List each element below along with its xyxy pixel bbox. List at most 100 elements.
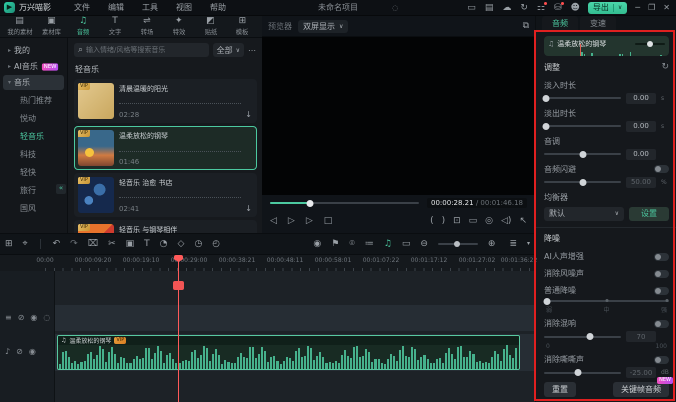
music-item[interactable]: VIP 清晨温暖的阳光 02:28↓ — [74, 79, 257, 123]
maximize-button[interactable]: ❐ — [648, 3, 655, 12]
track-mute-icon[interactable]: ◌ — [43, 313, 50, 322]
fade-in-value[interactable]: 0.00 — [626, 93, 656, 104]
reset-button[interactable]: 重置 — [544, 382, 576, 397]
display-mode-dropdown[interactable]: 双屏显示 ∨ — [298, 20, 348, 33]
tab-my-media[interactable]: ▤我的素材 — [4, 16, 35, 37]
track-options-icon[interactable]: ≡ — [5, 313, 12, 322]
menu-tools[interactable]: 工具 — [142, 2, 158, 13]
pitch-knob[interactable] — [579, 151, 586, 158]
record-voiceover-button[interactable]: ⌾ — [349, 240, 354, 249]
sync-icon[interactable]: ↻ — [520, 3, 528, 13]
tab-audio-properties[interactable]: 音频 — [542, 16, 578, 31]
redo-button[interactable]: ↷ — [70, 240, 78, 249]
fade-in-knob[interactable] — [542, 95, 549, 102]
hiss-removal-slider[interactable] — [544, 372, 621, 374]
track-height-button[interactable]: ≣ — [509, 240, 517, 249]
keyframe-button[interactable]: ◇ — [178, 240, 185, 249]
video-viewport[interactable] — [262, 37, 535, 195]
fade-out-value[interactable]: 0.00 — [626, 121, 656, 132]
pointer-button[interactable]: ↖ — [519, 217, 527, 226]
reverb-removal-knob[interactable] — [587, 333, 594, 340]
sidebar-item-music[interactable]: ▾音乐 — [3, 75, 64, 90]
seek-knob[interactable] — [307, 200, 314, 207]
activity-icon[interactable]: ⚏ — [537, 3, 545, 13]
fit-screen-button[interactable]: ▭ — [469, 217, 478, 226]
subitem-tech[interactable]: 科技 — [0, 145, 67, 163]
track-mute-icon[interactable]: ◉ — [29, 347, 36, 356]
auto-ripple-button[interactable]: ▭ — [402, 240, 411, 249]
freeze-frame-button[interactable]: ◷ — [194, 240, 202, 249]
quick-text-button[interactable]: T — [144, 240, 150, 249]
stop-button[interactable]: □ — [324, 217, 333, 226]
crop-button[interactable]: ⊡ — [453, 217, 461, 226]
track-hide-icon[interactable]: ◉ — [30, 313, 37, 322]
split-button[interactable]: ✂ — [108, 240, 116, 249]
ai-voice-toggle[interactable] — [654, 253, 669, 261]
detach-preview-icon[interactable]: ⧉ — [523, 22, 529, 31]
track-more-chevron-icon[interactable]: ▾ — [527, 241, 530, 247]
tab-speed[interactable]: 变速 — [580, 16, 616, 31]
ducking-slider[interactable] — [544, 181, 621, 183]
menu-edit[interactable]: 编辑 — [108, 2, 124, 13]
tab-transitions[interactable]: ⇌转场 — [131, 16, 162, 37]
export-button[interactable]: 导出 ∨ — [588, 2, 627, 14]
close-button[interactable]: ✕ — [663, 3, 670, 12]
timeline[interactable]: 00:00 00:00:09:20 00:00:19:10 00:00:29:0… — [0, 255, 535, 402]
media-panel-toggle[interactable]: ⊞ — [5, 240, 13, 249]
fade-out-slider[interactable] — [544, 125, 621, 127]
subitem-cheerful[interactable]: 轻快 — [0, 163, 67, 181]
audio-mixer-button[interactable]: ≔ — [365, 240, 374, 249]
reset-icon[interactable]: ↻ — [661, 62, 669, 72]
undo-button[interactable]: ↶ — [53, 240, 61, 249]
cloud-icon[interactable]: ☁ — [502, 3, 511, 13]
subitem-hot[interactable]: 热门推荐 — [0, 91, 67, 109]
clip-volume-knob[interactable] — [647, 41, 653, 47]
clip-volume-slider[interactable] — [635, 43, 665, 45]
render-preview-button[interactable]: ◉ — [313, 240, 321, 249]
music-item[interactable]: VIP 轻音乐 与钢琴相伴 02:02↓ — [74, 220, 257, 233]
tab-stickers[interactable]: ◩贴纸 — [195, 16, 226, 37]
fade-in-slider[interactable] — [544, 97, 621, 99]
account-icon[interactable]: ☻ — [571, 3, 580, 13]
fade-out-knob[interactable] — [542, 123, 549, 130]
snapshot-button[interactable]: ◎ — [485, 217, 493, 226]
save-icon[interactable]: ▤ — [485, 3, 494, 13]
sidebar-collapse-button[interactable]: « — [56, 184, 66, 194]
delete-button[interactable]: ⌧ — [88, 240, 98, 249]
filter-dropdown[interactable]: 全部 ∨ — [213, 43, 244, 57]
tab-text[interactable]: T文字 — [100, 16, 131, 37]
prev-frame-button[interactable]: ◁ — [270, 217, 277, 226]
cart-icon[interactable]: ⛁ — [554, 3, 562, 13]
timeline-zoom-slider[interactable] — [438, 243, 478, 245]
mark-out-button[interactable]: ) — [442, 217, 446, 226]
screen-record-icon[interactable]: ▭ — [467, 3, 476, 13]
playhead-line[interactable] — [178, 255, 179, 402]
video-track-lane[interactable] — [55, 305, 535, 331]
audio-keyframe-button[interactable]: 关键帧音频 NEW — [613, 382, 669, 397]
audio-clip-card[interactable]: ♫ 温柔放松的钢琴 — [544, 36, 669, 56]
seek-slider[interactable] — [270, 202, 419, 204]
pitch-slider[interactable] — [544, 153, 621, 155]
tab-stock-media[interactable]: ▣素材库 — [36, 16, 67, 37]
equalizer-settings-button[interactable]: 设置 — [629, 207, 669, 221]
crop-button[interactable]: ▣ — [126, 240, 135, 249]
hiss-removal-knob[interactable] — [574, 369, 581, 376]
zoom-knob[interactable] — [454, 241, 460, 247]
timeline-ruler[interactable]: 00:00 00:00:09:20 00:00:19:10 00:00:29:0… — [0, 255, 535, 271]
snap-toggle[interactable]: ⌖ — [23, 240, 28, 249]
minimize-button[interactable]: ─ — [635, 3, 640, 12]
normal-denoise-slider[interactable] — [544, 300, 669, 302]
ducking-knob[interactable] — [579, 179, 586, 186]
tab-audio[interactable]: ♫音频 — [68, 16, 99, 37]
wind-removal-toggle[interactable] — [654, 270, 669, 278]
speaker-button[interactable]: ◁) — [501, 217, 511, 226]
subitem-chinese-style[interactable]: 国风 — [0, 199, 67, 217]
marker-flag-button[interactable]: ⚑ — [331, 240, 339, 249]
next-frame-button[interactable]: ▷ — [306, 217, 313, 226]
zoom-in-button[interactable]: ⊕ — [488, 240, 496, 249]
mark-in-button[interactable]: ( — [430, 217, 434, 226]
reverb-removal-slider[interactable] — [544, 336, 621, 338]
playhead-handle[interactable] — [173, 281, 184, 290]
more-options-button[interactable]: ⋯ — [248, 46, 257, 55]
track-lock-icon[interactable]: ⊘ — [16, 347, 23, 356]
